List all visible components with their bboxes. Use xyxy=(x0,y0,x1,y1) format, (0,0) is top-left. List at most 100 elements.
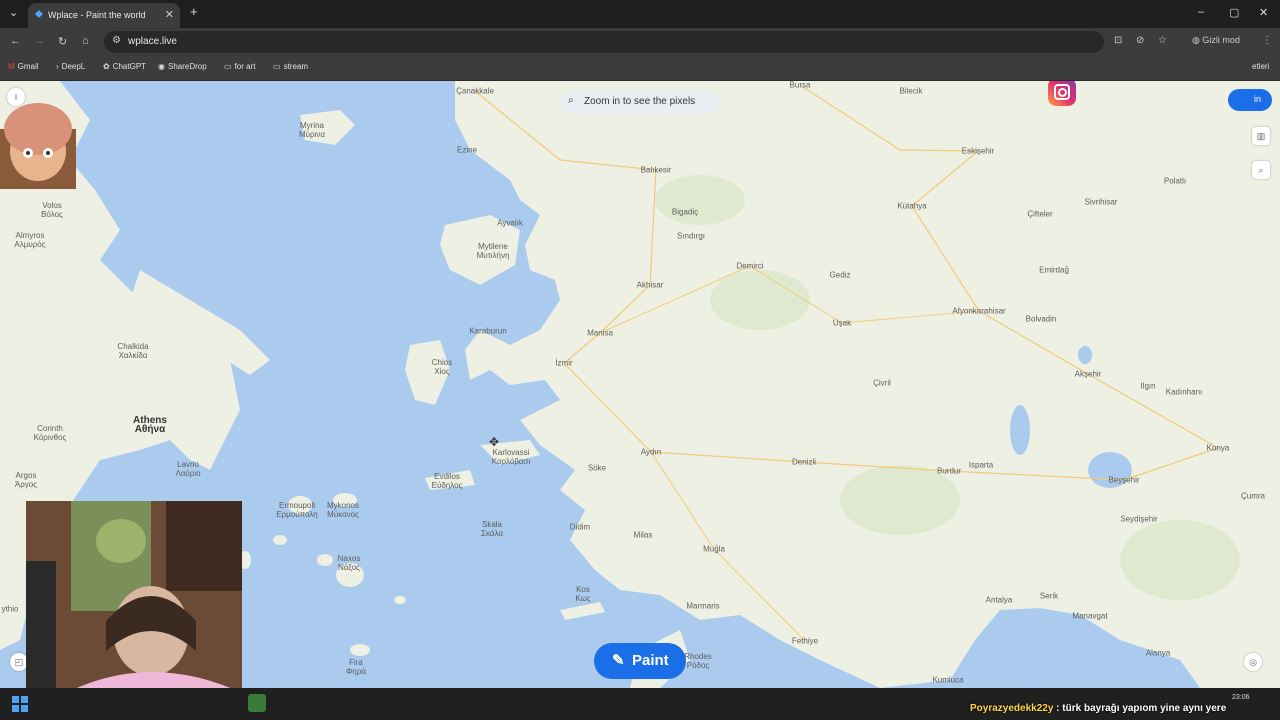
city-label: Emirdağ xyxy=(1039,265,1069,275)
minecraft-app-icon[interactable] xyxy=(248,694,266,712)
home-icon[interactable]: ⌂ xyxy=(82,35,89,47)
city-label: Çivril xyxy=(873,378,891,388)
paint-label: Paint xyxy=(632,652,669,669)
windows-start-icon[interactable] xyxy=(12,696,28,712)
bookmark-star-icon[interactable]: ☆ xyxy=(1158,35,1167,46)
os-taskbar: Poyrazyedekk22y : türk bayrağı yapıom yi… xyxy=(0,688,1280,720)
streamer-webcam-overlay xyxy=(26,501,242,693)
bookmark-stream[interactable]: ▭ stream xyxy=(273,62,308,71)
city-label: Alanya xyxy=(1145,648,1171,658)
city-label: Akşehir xyxy=(1074,369,1102,379)
close-window-icon[interactable]: ✕ xyxy=(1259,6,1268,19)
folder-icon: ▭ xyxy=(273,62,281,71)
tab-search-icon[interactable]: ⌄ xyxy=(9,6,18,19)
move-cursor-icon: ✥ xyxy=(489,435,500,449)
bookmark-gmail[interactable]: M Gmail xyxy=(8,62,39,71)
bookmark-for-art[interactable]: ▭ for art xyxy=(224,62,255,71)
city-label: Fira Φηρά xyxy=(345,658,367,676)
city-label: Karlovassi Καρλόβασι xyxy=(491,448,531,466)
city-label: Mykonos Μύκονος xyxy=(326,501,360,519)
browser-tab[interactable]: Wplace - Paint the world ✕ xyxy=(28,3,180,28)
reload-icon[interactable]: ↻ xyxy=(58,35,67,48)
login-button[interactable]: in xyxy=(1228,89,1272,111)
city-label: Ayvalık xyxy=(497,218,523,228)
city-label: Afyonkarahisar xyxy=(952,306,1006,316)
city-label: Bolvadin xyxy=(1025,314,1057,324)
site-info-icon[interactable]: ⚙ xyxy=(112,35,121,46)
chatgpt-icon: ✿ xyxy=(103,62,110,71)
city-label: Ezine xyxy=(456,145,478,155)
city-label: Kütahya xyxy=(897,201,927,211)
city-label: Burdur xyxy=(936,466,962,476)
minimize-window-icon[interactable]: – xyxy=(1198,6,1204,18)
bookmark-deepl[interactable]: › DeepL xyxy=(56,62,85,71)
leaderboard-icon[interactable]: ▥ xyxy=(1252,127,1270,145)
deepl-icon: › xyxy=(56,62,59,71)
city-label: Almyros Αλμυρός xyxy=(14,231,46,249)
city-label: Bursa xyxy=(789,81,811,90)
bookmarks-overflow[interactable]: etleri xyxy=(1252,62,1269,71)
bookmark-label: stream xyxy=(283,62,309,71)
city-label: Didim xyxy=(569,522,591,532)
address-input[interactable]: ⚙ wplace.live xyxy=(104,31,1104,53)
maximize-window-icon[interactable]: ▢ xyxy=(1229,6,1239,19)
incognito-profile-button[interactable]: ◍ Gizli mod xyxy=(1192,35,1240,46)
menu-kebab-icon[interactable]: ⋮ xyxy=(1262,35,1272,46)
close-tab-icon[interactable]: ✕ xyxy=(165,8,174,21)
zoom-in-icon: ⌕ xyxy=(568,95,574,106)
login-label: in xyxy=(1254,94,1262,104)
stream-chat-message: Poyrazyedekk22y : türk bayrağı yapıom yi… xyxy=(970,703,1226,714)
city-label: Volos Βόλος xyxy=(41,201,63,219)
city-label: Gediz xyxy=(829,270,851,280)
search-icon[interactable]: ⌕ xyxy=(1252,161,1270,179)
city-label: Balıkesir xyxy=(640,165,672,175)
zoom-hint-pill: ⌕ Zoom in to see the pixels xyxy=(560,91,720,113)
city-label: Mytilene Μυτιλήνη xyxy=(476,242,510,260)
browser-tab-bar: ⌄ Wplace - Paint the world ✕ + – ▢ ✕ xyxy=(0,0,1280,28)
city-label: Skala Σκάλα xyxy=(481,520,503,538)
bookmark-sharedrop[interactable]: ◉ ShareDrop xyxy=(158,62,207,71)
back-icon[interactable]: ← xyxy=(10,35,21,47)
city-label: Uşak xyxy=(832,318,852,328)
gmail-icon: M xyxy=(8,62,15,71)
paint-button[interactable]: ✎ Paint xyxy=(594,643,686,679)
translate-icon[interactable]: ⊡ xyxy=(1114,35,1122,46)
city-label: Karaburun xyxy=(469,326,507,336)
city-label: Eskişehir xyxy=(961,146,995,156)
locate-me-icon[interactable]: ◎ xyxy=(1244,653,1262,671)
city-label: Rhodes Ρόδος xyxy=(684,652,712,670)
city-label: Manavgat xyxy=(1072,611,1108,621)
city-label: Manisa xyxy=(587,328,613,338)
zoom-hint-text: Zoom in to see the pixels xyxy=(584,96,696,107)
bookmarks-bar: M Gmail › DeepL ✿ ChatGPT ◉ ShareDrop ▭ for a… xyxy=(0,56,1280,81)
city-label: Kos Κως xyxy=(575,585,591,603)
instagram-overlay-icon xyxy=(1048,81,1076,106)
vtuber-avatar xyxy=(0,103,76,189)
bookmark-chatgpt[interactable]: ✿ ChatGPT xyxy=(103,62,146,71)
folder-icon: ▭ xyxy=(224,62,232,71)
city-label: Seydişehir xyxy=(1120,514,1158,524)
city-label: Fethiye xyxy=(791,636,819,646)
city-label: Denizli xyxy=(791,457,817,467)
city-label: Isparta xyxy=(968,460,994,470)
city-label: Kadınhanı xyxy=(1165,387,1203,397)
city-label: Corinth Κόρινθος xyxy=(33,424,67,442)
forward-icon[interactable]: → xyxy=(34,35,45,47)
sharedrop-icon: ◉ xyxy=(158,62,165,71)
city-label: Çifteler xyxy=(1027,209,1053,219)
bookmark-label: ChatGPT xyxy=(112,62,147,71)
new-tab-button[interactable]: + xyxy=(190,4,198,19)
bookmark-label: DeepL xyxy=(61,62,86,71)
city-label: Kumluca xyxy=(932,675,964,685)
bookmark-label: Gmail xyxy=(17,62,39,71)
city-label: Beyşehir xyxy=(1108,475,1140,485)
city-label: Söke xyxy=(587,463,607,473)
address-toolbar: ← → ↻ ⌂ ⚙ wplace.live ⊡ ⊘ ☆ ◍ Gizli mod … xyxy=(0,28,1280,56)
city-label: Konya xyxy=(1206,443,1230,453)
city-label: Bilecik xyxy=(899,86,923,96)
tracking-protection-icon[interactable]: ⊘ xyxy=(1136,35,1144,46)
tab-title: Wplace - Paint the world xyxy=(48,10,146,20)
city-label: Polatlı xyxy=(1163,176,1187,186)
city-label: İzmir xyxy=(555,358,573,368)
city-label: Argos Άργος xyxy=(14,471,38,489)
